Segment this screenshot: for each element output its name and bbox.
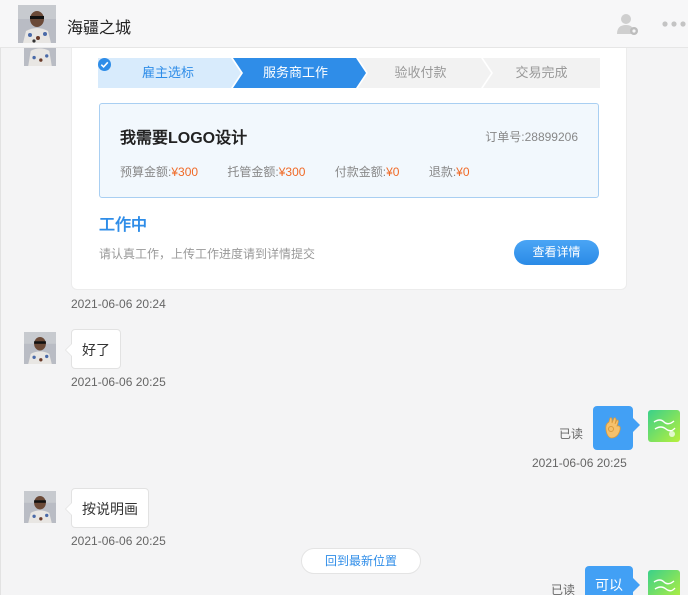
step-label: 验收付款	[394, 65, 447, 80]
message-bubble[interactable]: 好了	[65, 329, 121, 369]
message-bubble[interactable]: 可以	[585, 566, 640, 595]
status-description: 请认真工作，上传工作进度请到详情提交	[99, 247, 316, 261]
escrow-value: ¥300	[278, 165, 306, 179]
back-to-latest-button[interactable]: 回到最新位置	[301, 548, 421, 574]
contact-avatar[interactable]	[24, 332, 56, 364]
message-time: 2021-06-06 20:24	[71, 297, 166, 311]
status-title: 工作中	[99, 217, 148, 234]
message-bubble[interactable]: 按说明画	[65, 488, 149, 528]
contact-avatar[interactable]	[24, 491, 56, 523]
read-status: 已读	[559, 427, 584, 441]
message-time: 2021-06-06 20:25	[71, 375, 166, 389]
message-time: 2021-06-06 20:25	[532, 456, 627, 470]
step-select-bid[interactable]: 雇主选标	[98, 58, 233, 88]
progress-steps: 雇主选标 服务商工作 验收付款 交易完成	[98, 58, 600, 88]
read-status: 已读	[551, 583, 576, 595]
order-no-value: 28899206	[524, 130, 578, 144]
amounts-row: 预算金额:¥300 托管金额:¥300 付款金额:¥0 退款:¥0	[120, 163, 496, 180]
budget-label: 预算金额:	[120, 165, 172, 179]
step-label: 雇主选标	[141, 65, 194, 80]
step-label: 服务商工作	[262, 65, 328, 80]
order-number: 订单号:28899206	[485, 128, 578, 145]
user-settings-icon[interactable]	[616, 12, 640, 36]
paid-value: ¥0	[386, 165, 400, 179]
message-time: 2021-06-06 20:25	[71, 534, 166, 548]
contact-name: 海疆之城	[67, 20, 132, 37]
step-complete[interactable]: 交易完成	[483, 58, 600, 88]
step-acceptance-payment[interactable]: 验收付款	[358, 58, 483, 88]
more-icon[interactable]	[660, 13, 688, 35]
self-avatar[interactable]	[648, 570, 680, 595]
budget-value: ¥300	[171, 165, 199, 179]
step-label: 交易完成	[515, 65, 568, 80]
refund-value: ¥0	[456, 165, 470, 179]
ok-hand-emoji-icon	[602, 416, 624, 443]
escrow-label: 托管金额:	[227, 165, 279, 179]
view-details-button[interactable]: 查看详情	[514, 240, 599, 265]
contact-avatar[interactable]	[18, 5, 56, 43]
refund-label: 退款:	[428, 165, 457, 179]
order-info-box: 我需要LOGO设计 订单号:28899206 预算金额:¥300 托管金额:¥3…	[99, 103, 599, 198]
message-bubble-emoji[interactable]	[593, 406, 640, 450]
left-divider	[0, 48, 1, 595]
order-no-label: 订单号:	[485, 130, 525, 144]
paid-label: 付款金额:	[334, 165, 387, 179]
self-avatar[interactable]	[648, 410, 680, 442]
chat-header: 海疆之城	[0, 0, 688, 48]
order-title: 我需要LOGO设计	[120, 130, 248, 147]
step-provider-working[interactable]: 服务商工作	[233, 58, 358, 88]
